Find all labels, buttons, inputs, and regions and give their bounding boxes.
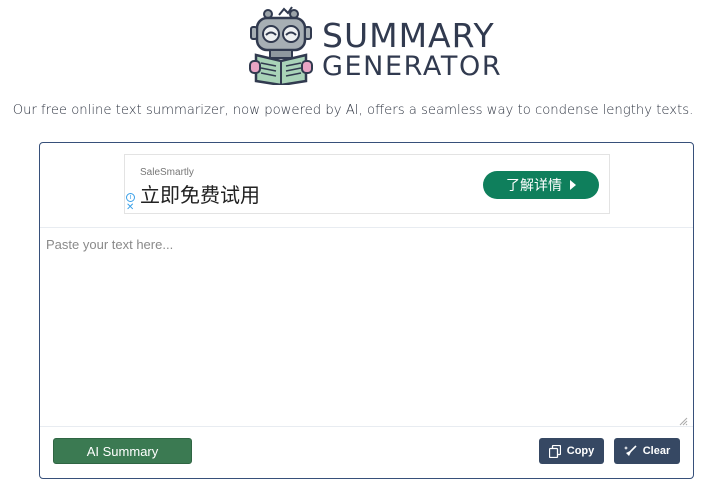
- summarizer-card: SaleSmartly 立即免费试用 了解详情 i ✕ AI Summary C…: [39, 142, 694, 479]
- ad-button-label: 了解详情: [506, 178, 562, 194]
- divider: [40, 426, 693, 427]
- broom-icon: [623, 444, 637, 456]
- resize-handle-icon[interactable]: [678, 413, 688, 426]
- copy-icon: [548, 444, 561, 458]
- ad-brand: SaleSmartly: [140, 167, 194, 178]
- clear-button[interactable]: Clear: [614, 438, 680, 464]
- copy-label: Copy: [566, 445, 595, 457]
- tagline: Our free online text summarizer, now pow…: [0, 102, 706, 118]
- info-icon[interactable]: i: [126, 193, 135, 202]
- text-input[interactable]: [40, 228, 693, 425]
- ad-headline[interactable]: 立即免费试用: [140, 179, 260, 208]
- ad-learn-more-button[interactable]: 了解详情: [483, 171, 599, 199]
- clear-label: Clear: [642, 445, 671, 457]
- logo-line-1: SUMMARY: [322, 16, 495, 55]
- logo-wordmark: SUMMARY GENERATOR: [322, 19, 502, 81]
- ad-banner[interactable]: SaleSmartly 立即免费试用 了解详情 i ✕: [124, 154, 610, 214]
- robot-reading-book-icon: [246, 5, 316, 87]
- play-arrow-icon: [570, 180, 576, 190]
- close-icon[interactable]: ✕: [126, 203, 134, 213]
- tagline-text: Our free online text summarizer, now pow…: [12, 103, 694, 118]
- logo-line-2: GENERATOR: [322, 51, 503, 82]
- ai-summary-label: AI Summary: [86, 443, 159, 459]
- ai-summary-button[interactable]: AI Summary: [53, 438, 192, 464]
- copy-button[interactable]: Copy: [539, 438, 604, 464]
- site-logo[interactable]: SUMMARY GENERATOR: [246, 5, 501, 87]
